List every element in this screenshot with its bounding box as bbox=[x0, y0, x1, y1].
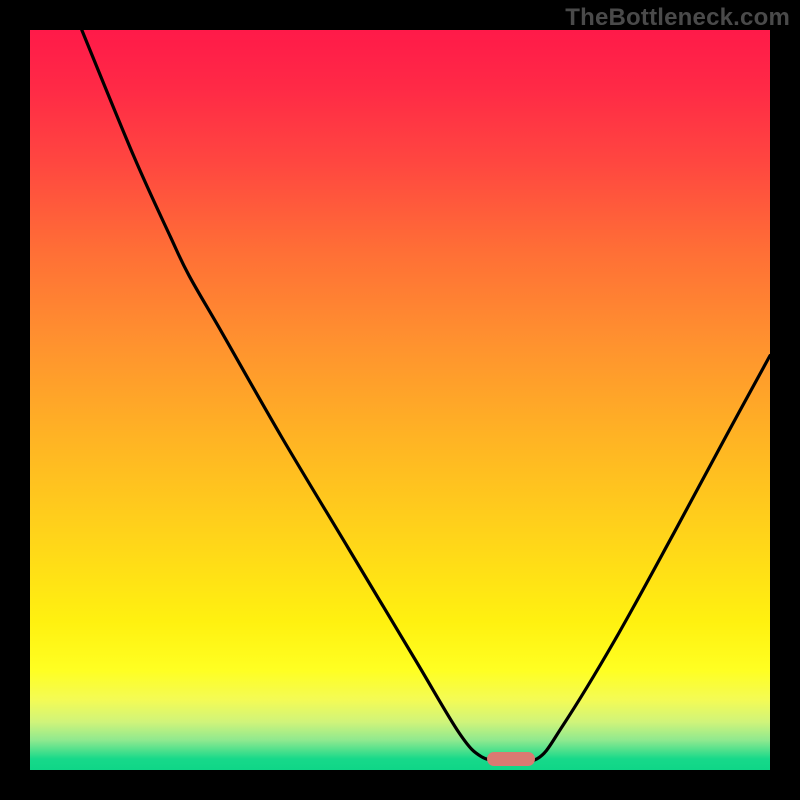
optimum-marker bbox=[487, 752, 534, 766]
chart-frame: TheBottleneck.com bbox=[0, 0, 800, 800]
watermark-text: TheBottleneck.com bbox=[565, 4, 790, 32]
bottleneck-curve bbox=[30, 30, 770, 770]
plot-area bbox=[30, 30, 770, 770]
